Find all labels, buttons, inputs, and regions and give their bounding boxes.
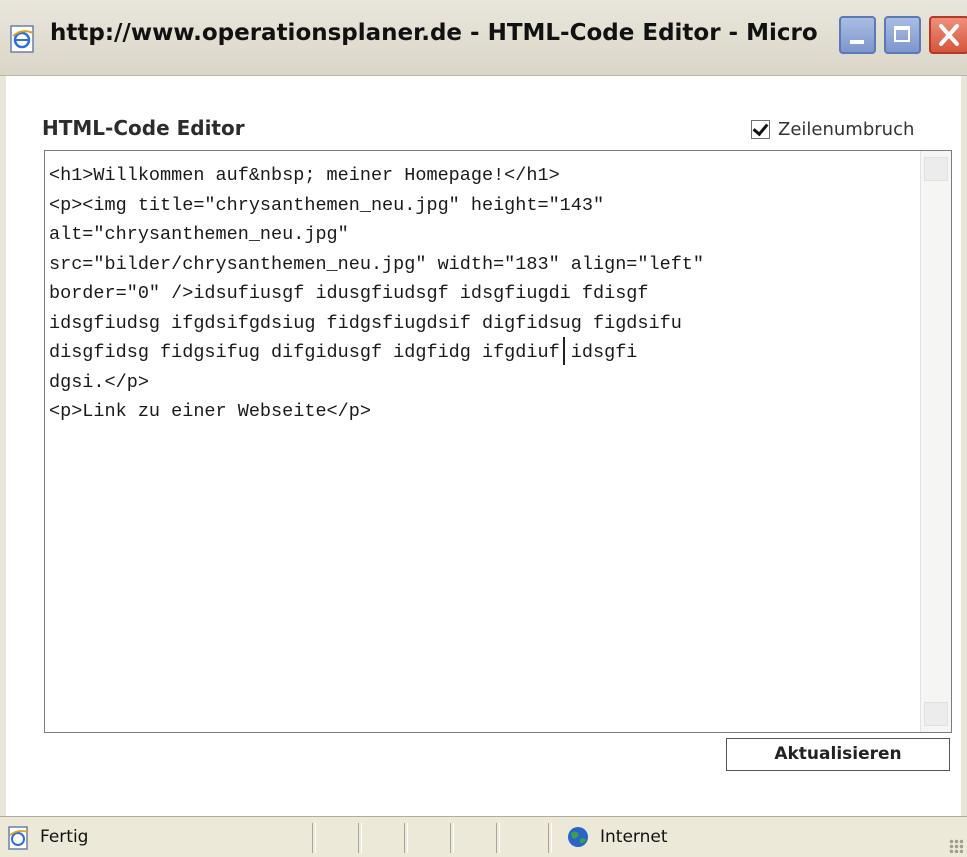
window-title: http://www.operationsplaner.de - HTML-Co… — [50, 20, 820, 46]
vertical-scrollbar[interactable] — [920, 151, 951, 732]
status-divider — [358, 823, 362, 853]
scroll-down-button[interactable] — [924, 702, 948, 726]
ie-page-icon — [10, 25, 34, 53]
ie-page-icon — [8, 826, 29, 850]
checkmark-icon — [752, 119, 769, 136]
status-divider — [404, 823, 408, 853]
editor-panel: HTML-Code Editor Zeilenumbruch <h1>Willk… — [0, 76, 967, 816]
status-bar: Fertig Internet — [0, 816, 967, 857]
status-divider — [450, 823, 454, 853]
status-divider — [496, 823, 500, 853]
text-cursor-icon — [563, 337, 565, 365]
maximize-button[interactable] — [884, 16, 921, 54]
close-button[interactable] — [929, 16, 967, 54]
status-divider — [548, 823, 552, 853]
editor-heading: HTML-Code Editor — [42, 116, 245, 140]
resize-grip-icon[interactable] — [949, 839, 963, 853]
line-wrap-checkbox[interactable] — [751, 119, 770, 139]
minimize-icon — [850, 40, 864, 44]
html-code-content[interactable]: <h1>Willkommen auf&nbsp; meiner Homepage… — [49, 161, 915, 427]
status-divider — [312, 823, 316, 853]
maximize-icon — [894, 26, 910, 42]
close-icon — [939, 24, 959, 46]
status-text: Fertig — [40, 827, 89, 847]
line-wrap-label: Zeilenumbruch — [778, 118, 915, 140]
html-code-textarea[interactable]: <h1>Willkommen auf&nbsp; meiner Homepage… — [44, 150, 952, 733]
update-button[interactable]: Aktualisieren — [726, 738, 950, 771]
scroll-up-button[interactable] — [924, 157, 948, 181]
globe-icon — [568, 827, 588, 847]
minimize-button[interactable] — [839, 16, 876, 54]
line-wrap-toggle[interactable]: Zeilenumbruch — [751, 117, 914, 141]
security-zone-text: Internet — [600, 827, 668, 847]
title-bar[interactable]: http://www.operationsplaner.de - HTML-Co… — [0, 0, 967, 76]
